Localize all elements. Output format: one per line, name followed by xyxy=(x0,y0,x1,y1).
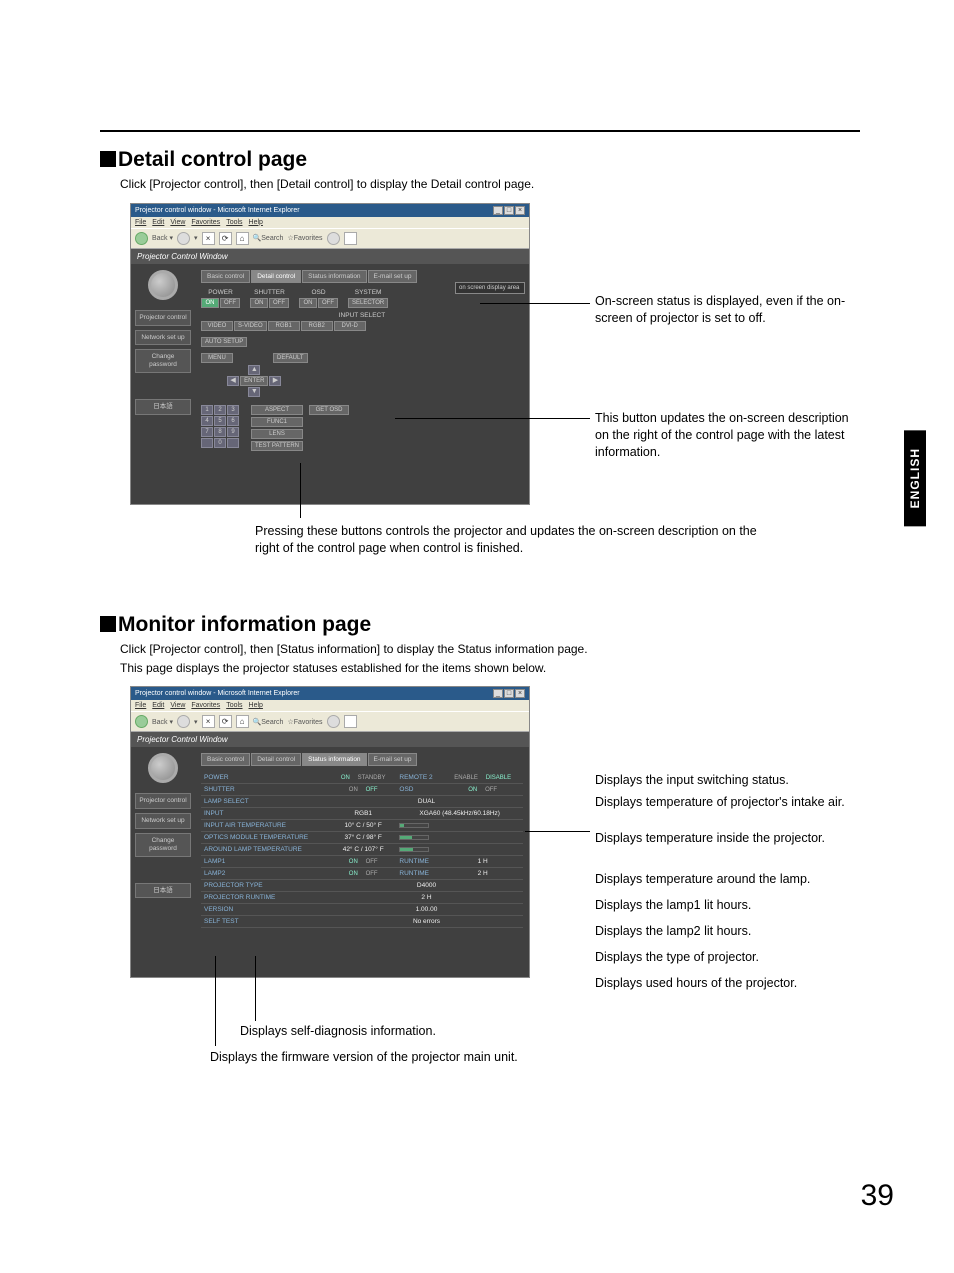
input-rgb2[interactable]: RGB2 xyxy=(301,321,333,331)
window-controls[interactable]: _□× xyxy=(492,206,525,215)
input-video[interactable]: VIDEO xyxy=(201,321,233,331)
desc-monitor-1: Click [Projector control], then [Status … xyxy=(120,641,860,658)
ann-b3: Displays temperature inside the projecto… xyxy=(595,830,825,847)
stop-icon[interactable]: × xyxy=(202,232,215,245)
desc-detail-control: Click [Projector control], then [Detail … xyxy=(120,176,860,193)
sidebar-change-password[interactable]: Change password xyxy=(135,349,191,373)
back-icon[interactable] xyxy=(135,232,148,245)
enter-button[interactable]: ENTER xyxy=(240,376,268,386)
osd-off-button[interactable]: OFF xyxy=(318,298,338,308)
func1-button[interactable]: FUNC1 xyxy=(251,417,303,427)
tab-email[interactable]: E-mail set up xyxy=(368,270,418,283)
menubar[interactable]: FileEditViewFavoritesToolsHelp xyxy=(131,217,529,228)
sidebar-change-password[interactable]: Change password xyxy=(135,833,191,857)
sidebar-japanese[interactable]: 日本語 xyxy=(135,883,191,899)
input-dvid[interactable]: DVI-D xyxy=(334,321,366,331)
language-tab: ENGLISH xyxy=(904,430,926,526)
input-rgb1[interactable]: RGB1 xyxy=(268,321,300,331)
ann-b2: Displays temperature of projector's inta… xyxy=(595,794,855,811)
menu-button[interactable]: MENU xyxy=(201,353,233,363)
history-icon[interactable] xyxy=(327,232,340,245)
search-icon[interactable]: 🔍Search xyxy=(253,234,284,242)
ann-b4: Displays temperature around the lamp. xyxy=(595,871,810,888)
toolbar[interactable]: Back ▾ ▾ × ⟳ ⌂ 🔍Search ☆Favorites xyxy=(131,228,529,249)
default-button[interactable]: DEFAULT xyxy=(273,353,308,363)
shutter-on-button[interactable]: ON xyxy=(250,298,268,308)
sidebar-projector-control[interactable]: Projector control xyxy=(135,310,191,326)
get-osd-button[interactable]: GET OSD xyxy=(309,405,349,415)
ann-b1: Displays the input switching status. xyxy=(595,772,789,789)
browser-window-detail: Projector control window - Microsoft Int… xyxy=(130,203,530,505)
ann-b6: Displays the lamp2 lit hours. xyxy=(595,923,751,940)
ann-b8: Displays used hours of the projector. xyxy=(595,975,797,992)
power-off-button[interactable]: OFF xyxy=(220,298,240,308)
input-svideo[interactable]: S-VIDEO xyxy=(234,321,267,331)
arrow-up[interactable]: ▲ xyxy=(248,365,260,375)
tab-status[interactable]: Status information xyxy=(302,270,366,283)
tab-basic[interactable]: Basic control xyxy=(201,753,250,766)
tab-basic[interactable]: Basic control xyxy=(201,270,250,283)
annotation-osd-status: On-screen status is displayed, even if t… xyxy=(595,293,860,327)
ann-b7: Displays the type of projector. xyxy=(595,949,759,966)
selector-button[interactable]: SELECTOR xyxy=(348,298,388,308)
arrow-down[interactable]: ▼ xyxy=(248,387,260,397)
sidebar-japanese[interactable]: 日本語 xyxy=(135,399,191,415)
aspect-button[interactable]: ASPECT xyxy=(251,405,303,415)
refresh-icon[interactable]: ⟳ xyxy=(219,232,232,245)
annotation-buttons: Pressing these buttons controls the proj… xyxy=(255,523,775,557)
shutter-off-button[interactable]: OFF xyxy=(269,298,289,308)
tab-detail[interactable]: Detail control xyxy=(251,753,301,766)
heading-monitor-info: Monitor information page xyxy=(100,613,860,637)
tab-status[interactable]: Status information xyxy=(302,753,366,766)
status-table: POWERON STANDBYREMOTE 2ENABLE DISABLE SH… xyxy=(201,772,523,928)
sidebar-projector-control[interactable]: Projector control xyxy=(135,793,191,809)
maximize-icon: □ xyxy=(504,206,514,215)
close-icon: × xyxy=(515,206,525,215)
desc-monitor-2: This page displays the projector statuse… xyxy=(120,660,860,677)
test-pattern-button[interactable]: TEST PATTERN xyxy=(251,441,303,451)
top-rule xyxy=(100,130,860,132)
tab-detail[interactable]: Detail control xyxy=(251,270,301,283)
annotation-get-osd: This button updates the on-screen descri… xyxy=(595,410,855,461)
page-number: 39 xyxy=(861,1179,894,1213)
osd-on-button[interactable]: ON xyxy=(299,298,317,308)
globe-icon xyxy=(148,270,178,300)
auto-setup-button[interactable]: AUTO SETUP xyxy=(201,337,247,347)
ann-b10: Displays the firmware version of the pro… xyxy=(210,1049,518,1066)
arrow-right[interactable]: ▶ xyxy=(269,376,281,386)
minimize-icon: _ xyxy=(493,206,503,215)
keypad[interactable]: 123 456 789 0 xyxy=(201,405,239,451)
home-icon[interactable]: ⌂ xyxy=(236,232,249,245)
heading-detail-control: Detail control page xyxy=(100,148,860,172)
arrow-left[interactable]: ◀ xyxy=(227,376,239,386)
ann-b5: Displays the lamp1 lit hours. xyxy=(595,897,751,914)
sidebar-network-setup[interactable]: Network set up xyxy=(135,813,191,829)
titlebar: Projector control window - Microsoft Int… xyxy=(131,204,529,217)
power-on-button[interactable]: ON xyxy=(201,298,219,308)
ann-b9: Displays self-diagnosis information. xyxy=(240,1023,436,1040)
osd-display-area: on screen display area xyxy=(455,282,525,294)
forward-icon[interactable] xyxy=(177,232,190,245)
mail-icon[interactable] xyxy=(344,232,357,245)
browser-window-status: Projector control window - Microsoft Int… xyxy=(130,686,530,978)
tab-email[interactable]: E-mail set up xyxy=(368,753,418,766)
favorites-icon[interactable]: ☆Favorites xyxy=(287,234,322,242)
lens-button[interactable]: LENS xyxy=(251,429,303,439)
sidebar-network-setup[interactable]: Network set up xyxy=(135,330,191,346)
content-header: Projector Control Window xyxy=(131,249,529,264)
